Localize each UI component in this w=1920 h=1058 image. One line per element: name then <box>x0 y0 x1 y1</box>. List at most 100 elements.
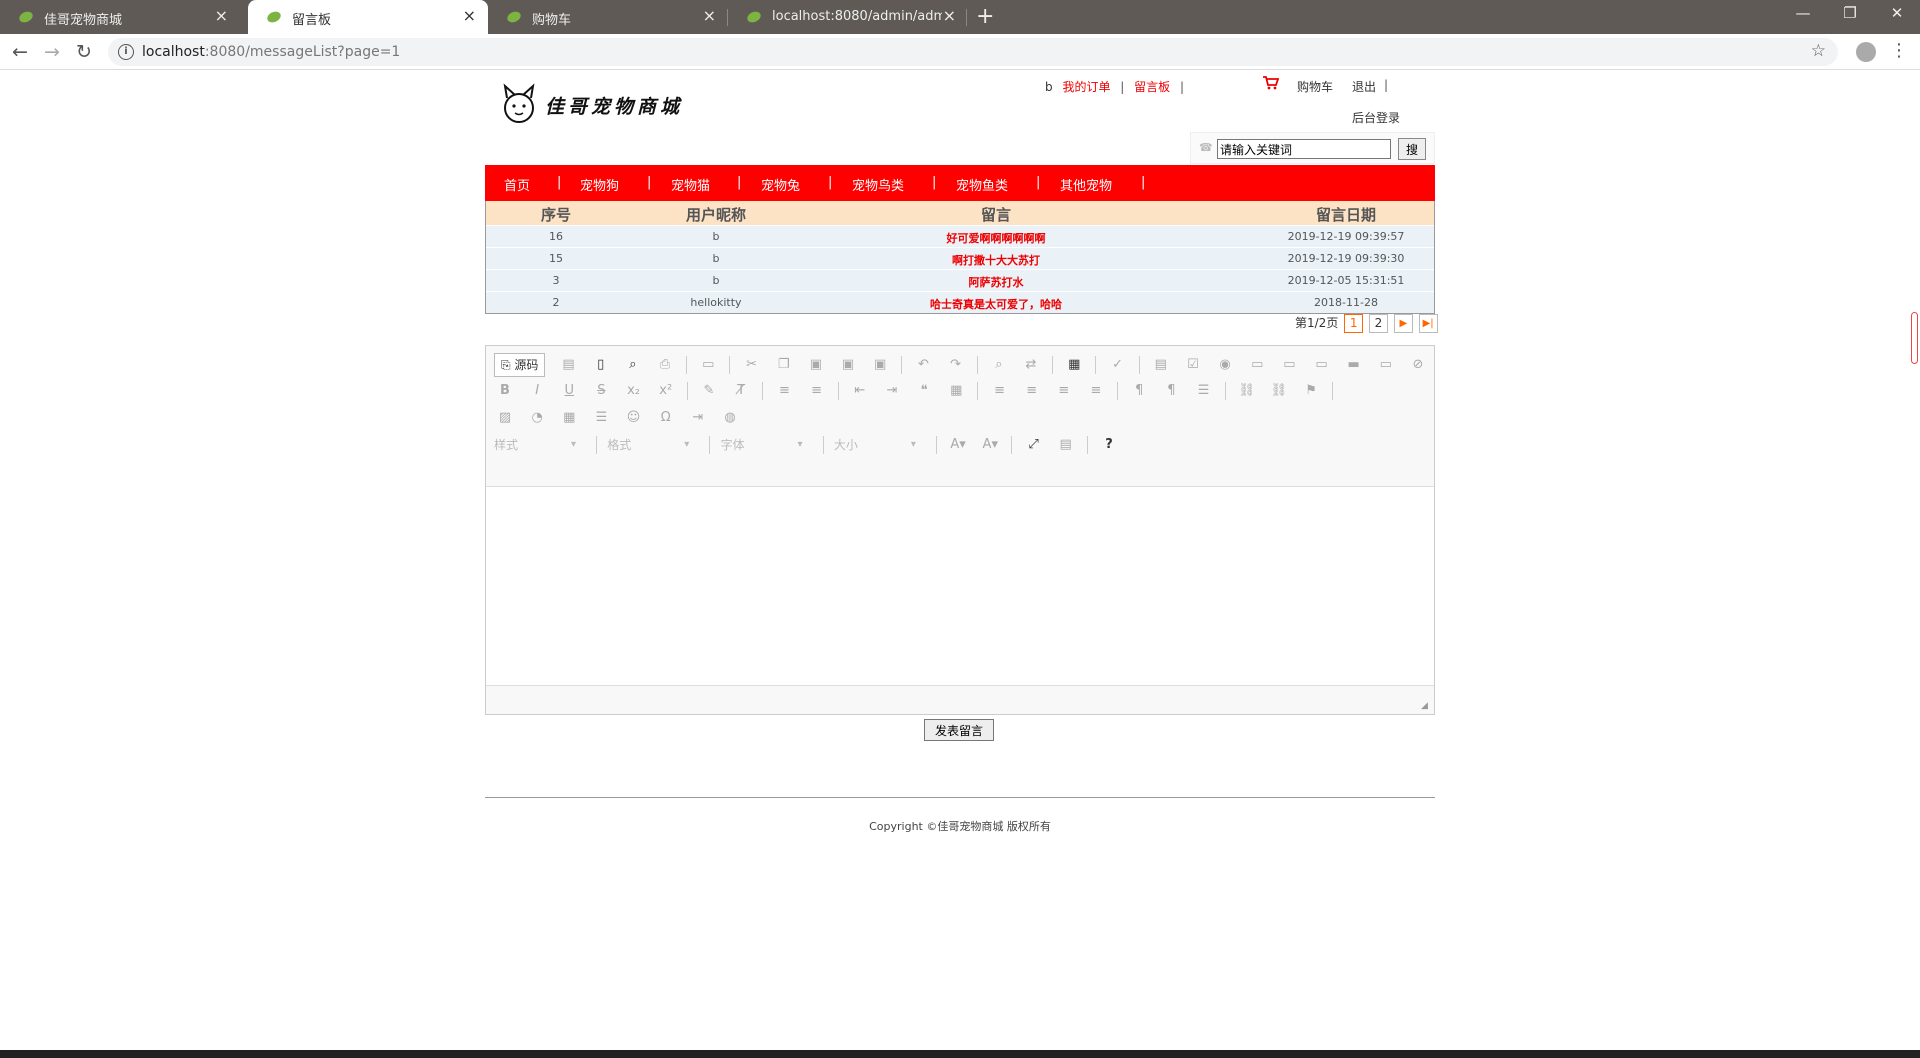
superscript-icon[interactable]: x² <box>655 380 677 402</box>
flash-icon[interactable]: ◔ <box>526 407 548 429</box>
horizontal-line-icon[interactable]: ☰ <box>590 407 612 429</box>
language-icon[interactable]: ☰ <box>1193 380 1215 402</box>
close-icon[interactable]: × <box>463 6 476 25</box>
help-icon[interactable]: ? <box>1098 434 1120 456</box>
page-2-button[interactable]: 2 <box>1368 314 1388 333</box>
format-combo[interactable]: 格式 <box>607 435 697 455</box>
textfield-icon[interactable]: ▭ <box>1246 354 1268 376</box>
restore-icon[interactable]: ❐ <box>1827 4 1873 22</box>
size-combo[interactable]: 大小 <box>834 435 924 455</box>
resize-handle-icon[interactable]: ◢ <box>1421 701 1430 711</box>
new-page-icon[interactable]: ▯ <box>590 354 612 376</box>
profile-avatar-icon[interactable] <box>1856 42 1876 62</box>
bold-icon[interactable]: B <box>494 380 516 402</box>
bulleted-list-icon[interactable]: ≡ <box>806 380 828 402</box>
nav-item-other[interactable]: 其他宠物 <box>1060 175 1112 194</box>
page-break-icon[interactable]: ⇥ <box>687 407 709 429</box>
tab-cart[interactable]: 购物车 × <box>488 0 728 34</box>
forward-icon[interactable]: → <box>40 40 64 64</box>
close-icon[interactable]: × <box>215 6 228 25</box>
replace-icon[interactable]: ⇄ <box>1020 354 1042 376</box>
tab-shop[interactable]: 佳哥宠物商城 × <box>0 0 240 34</box>
copy-format-icon[interactable]: ✎ <box>698 380 720 402</box>
cut-icon[interactable]: ✂ <box>741 354 763 376</box>
reload-icon[interactable]: ↻ <box>72 40 96 64</box>
close-icon[interactable]: × <box>943 6 956 25</box>
more-menu-icon[interactable]: ⋮ <box>1890 40 1908 61</box>
remove-format-icon[interactable]: T̸ <box>730 380 752 402</box>
undo-icon[interactable]: ↶ <box>912 354 934 376</box>
paste-text-icon[interactable]: ▣ <box>837 354 859 376</box>
cart-link[interactable]: 购物车 <box>1297 78 1333 95</box>
nav-item-home[interactable]: 首页 <box>504 175 530 194</box>
paste-icon[interactable]: ▣ <box>805 354 827 376</box>
message-board-link[interactable]: 留言板 <box>1134 80 1170 94</box>
print-icon[interactable]: ⎙ <box>654 354 676 376</box>
nav-item-cat[interactable]: 宠物猫 <box>671 175 710 194</box>
unlink-icon[interactable]: ⛓ <box>1268 380 1290 402</box>
close-icon[interactable]: × <box>703 6 716 25</box>
nav-item-bird[interactable]: 宠物鸟类 <box>852 175 904 194</box>
bg-color-icon[interactable]: A▾ <box>979 434 1001 456</box>
copy-icon[interactable]: ❐ <box>773 354 795 376</box>
source-button[interactable]: ⎘ 源码 <box>494 353 546 377</box>
page-1-button[interactable]: 1 <box>1344 314 1364 333</box>
outdent-icon[interactable]: ⇤ <box>849 380 871 402</box>
image-icon[interactable]: ▨ <box>494 407 516 429</box>
nav-item-fish[interactable]: 宠物鱼类 <box>956 175 1008 194</box>
rtl-icon[interactable]: ¶ <box>1160 380 1182 402</box>
link-icon[interactable]: ⛓ <box>1236 380 1258 402</box>
indent-icon[interactable]: ⇥ <box>881 380 903 402</box>
button-field-icon[interactable]: ▬ <box>1343 354 1365 376</box>
tab-admin[interactable]: localhost:8080/admin/adminU × <box>728 0 968 34</box>
div-container-icon[interactable]: ▦ <box>945 380 967 402</box>
align-left-icon[interactable]: ≡ <box>989 380 1011 402</box>
styles-combo[interactable]: 样式 <box>494 435 584 455</box>
select-field-icon[interactable]: ▭ <box>1311 354 1333 376</box>
info-icon[interactable]: i <box>118 44 134 60</box>
search-button[interactable]: 搜 <box>1398 138 1426 160</box>
italic-icon[interactable]: I <box>526 380 548 402</box>
my-orders-link[interactable]: 我的订单 <box>1062 80 1110 94</box>
new-tab-icon[interactable]: + <box>976 4 994 29</box>
spellcheck-icon[interactable]: ✓ <box>1107 354 1129 376</box>
text-color-icon[interactable]: A▾ <box>947 434 969 456</box>
window-close-icon[interactable]: ✕ <box>1874 4 1920 22</box>
find-icon[interactable]: ⌕ <box>988 354 1010 376</box>
minimize-icon[interactable]: — <box>1780 4 1826 22</box>
url-text[interactable]: localhost:8080/messageList?page=1 <box>142 44 400 60</box>
paste-word-icon[interactable]: ▣ <box>869 354 891 376</box>
back-icon[interactable]: ← <box>8 40 32 64</box>
blockquote-icon[interactable]: ❝ <box>913 380 935 402</box>
select-all-icon[interactable]: ▦ <box>1063 354 1085 376</box>
strike-icon[interactable]: S <box>590 380 612 402</box>
form-icon[interactable]: ▤ <box>1150 354 1172 376</box>
address-bar[interactable]: i localhost:8080/messageList?page=1 ☆ <box>108 38 1838 66</box>
tab-message-board[interactable]: 留言板 × <box>248 0 488 34</box>
iframe-icon[interactable]: ◍ <box>719 407 741 429</box>
textarea-icon[interactable]: ▭ <box>1278 354 1300 376</box>
ltr-icon[interactable]: ¶ <box>1128 380 1150 402</box>
maximize-icon[interactable]: ⤢ <box>1023 434 1045 456</box>
align-right-icon[interactable]: ≡ <box>1053 380 1075 402</box>
smiley-icon[interactable]: ☺ <box>623 407 645 429</box>
cart-icon[interactable] <box>1263 76 1279 90</box>
numbered-list-icon[interactable]: ≡ <box>773 380 795 402</box>
show-blocks-icon[interactable]: ▤ <box>1055 434 1077 456</box>
image-button-icon[interactable]: ▭ <box>1375 354 1397 376</box>
save-icon[interactable]: ▤ <box>558 354 580 376</box>
bookmark-star-icon[interactable]: ☆ <box>1811 41 1826 61</box>
checkbox-icon[interactable]: ☑ <box>1182 354 1204 376</box>
hidden-field-icon[interactable]: ⊘ <box>1407 354 1429 376</box>
font-combo[interactable]: 字体 <box>721 435 811 455</box>
last-page-icon[interactable]: ▶| <box>1418 314 1438 333</box>
nav-item-rabbit[interactable]: 宠物兔 <box>761 175 800 194</box>
nav-item-dog[interactable]: 宠物狗 <box>580 175 619 194</box>
radio-icon[interactable]: ◉ <box>1214 354 1236 376</box>
next-page-icon[interactable]: ▶ <box>1393 314 1413 333</box>
templates-icon[interactable]: ▭ <box>697 354 719 376</box>
admin-login-link[interactable]: 后台登录 <box>1352 109 1400 126</box>
search-input[interactable] <box>1217 139 1391 159</box>
scrollbar-thumb[interactable] <box>1911 312 1918 364</box>
align-center-icon[interactable]: ≡ <box>1021 380 1043 402</box>
